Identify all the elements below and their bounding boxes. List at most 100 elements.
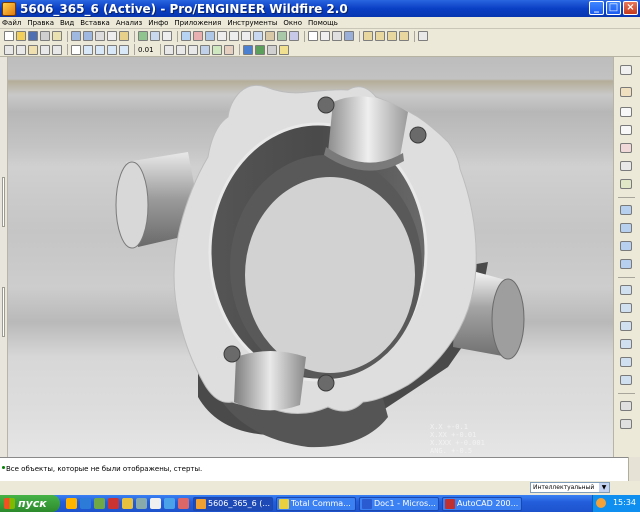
open-folder-icon[interactable] [16,31,26,41]
email-icon[interactable] [52,31,62,41]
refit-icon[interactable] [241,31,251,41]
datum-point-tool-icon[interactable] [107,44,117,55]
blend-icon[interactable] [620,259,632,269]
display-style-icon[interactable] [199,44,210,55]
save-icon[interactable] [28,31,38,41]
zoom-window-icon[interactable] [187,44,198,55]
sketch-icon[interactable] [71,44,81,55]
quicklaunch-ie-icon[interactable] [80,498,91,509]
datum-plane-tool-icon[interactable] [83,44,93,55]
shading-icon[interactable] [344,31,354,41]
minimize-button[interactable]: _ [589,1,604,15]
quicklaunch-icon[interactable] [66,498,77,509]
draft-icon[interactable] [620,339,632,349]
parameters-icon[interactable] [52,44,62,55]
datum-curve-icon[interactable] [620,125,632,135]
paste-icon[interactable] [119,31,129,41]
undo-icon[interactable] [71,31,81,41]
shell-icon[interactable] [620,303,632,313]
quicklaunch-icon-2[interactable] [94,498,105,509]
pan-icon[interactable] [175,44,186,55]
redo-icon[interactable] [83,31,93,41]
sash-handle[interactable] [2,177,5,227]
title-bar[interactable]: 5606_365_6 (Active) - Pro/ENGINEER Wildf… [0,0,640,17]
message-scrollbar[interactable] [628,457,640,481]
csys-icon[interactable] [620,161,632,171]
task-autocad[interactable]: AutoCAD 200... [442,497,522,511]
maximize-button[interactable]: □ [606,1,621,15]
selection-filter-select[interactable]: Интеллектуальный ▼ [530,482,610,493]
zoom-out-icon[interactable] [229,31,239,41]
help-icon[interactable] [418,31,428,41]
hole-icon[interactable] [620,285,632,295]
find-icon[interactable] [150,31,160,41]
analysis-feature-icon[interactable] [620,179,632,189]
layers-icon[interactable] [277,31,287,41]
start-button[interactable]: пуск [0,495,60,512]
menu-file[interactable]: Файл [2,19,21,27]
graphics-window[interactable]: X.X +-0.1 X.XX +-0.01 X.XXX +-0.001 ANG.… [8,57,613,457]
datum-planes-icon[interactable] [363,31,373,41]
spin-icon[interactable] [163,44,174,55]
task-total-commander[interactable]: Total Comma... [276,497,356,511]
reorient-icon[interactable] [253,31,263,41]
view-manager-icon[interactable] [289,31,299,41]
menu-edit[interactable]: Правка [27,19,54,27]
menu-help[interactable]: Помощь [308,19,338,27]
menu-window[interactable]: Окно [283,19,302,27]
analysis-icon[interactable] [4,44,14,55]
sweep-icon[interactable] [620,241,632,251]
csys-tool-icon[interactable] [119,44,129,55]
cut-icon[interactable] [95,31,105,41]
datum-point-icon[interactable] [620,143,632,153]
datum-plane-icon[interactable] [620,65,632,75]
regenerate-icon[interactable] [138,31,148,41]
appearance-icon[interactable] [211,44,222,55]
pattern-icon[interactable] [620,401,632,411]
task-proe[interactable]: 5606_365_6 (... [193,497,273,511]
datum-axes-icon[interactable] [375,31,385,41]
new-file-icon[interactable] [4,31,14,41]
quicklaunch-icon-3[interactable] [108,498,119,509]
select-icon[interactable] [162,31,172,41]
chevron-down-icon[interactable]: ▼ [599,483,609,492]
rib-icon[interactable] [620,321,632,331]
no-hidden-icon[interactable] [332,31,342,41]
menu-analysis[interactable]: Анализ [116,19,142,27]
copy-icon[interactable] [107,31,117,41]
relations-icon[interactable] [40,44,50,55]
repaint-icon[interactable] [181,31,191,41]
datum-axis-icon[interactable] [620,87,632,97]
quicklaunch-icon-7[interactable] [164,498,175,509]
quicklaunch-icon-5[interactable] [136,498,147,509]
print-icon[interactable] [40,31,50,41]
model-icon[interactable] [254,44,265,55]
hidden-line-icon[interactable] [320,31,330,41]
task-word[interactable]: Doc1 - Micros... [359,497,439,511]
model-tree-icon[interactable] [28,44,38,55]
chamfer-icon[interactable] [620,375,632,385]
wireframe-icon[interactable] [308,31,318,41]
sketch-curve-icon[interactable] [620,107,632,117]
extrude-icon[interactable] [620,205,632,215]
saved-views-icon[interactable] [265,31,275,41]
menu-insert[interactable]: Вставка [80,19,110,27]
orient-icon[interactable] [205,31,215,41]
sash-handle-lower[interactable] [2,287,5,337]
menu-applications[interactable]: Приложения [174,19,221,27]
quicklaunch-icon-6[interactable] [150,498,161,509]
close-button[interactable]: × [623,1,638,15]
tray-icon[interactable] [596,498,606,508]
perspective-icon[interactable] [223,44,234,55]
quicklaunch-icon-8[interactable] [178,498,189,509]
coordinate-systems-icon[interactable] [399,31,409,41]
color-icon[interactable] [242,44,253,55]
menu-view[interactable]: Вид [60,19,74,27]
menu-tools[interactable]: Инструменты [227,19,277,27]
mirror-icon[interactable] [620,419,632,429]
spin-center-icon[interactable] [193,31,203,41]
light-icon[interactable] [278,44,289,55]
measure-icon[interactable] [16,44,26,55]
render-icon[interactable] [266,44,277,55]
datum-points-icon[interactable] [387,31,397,41]
